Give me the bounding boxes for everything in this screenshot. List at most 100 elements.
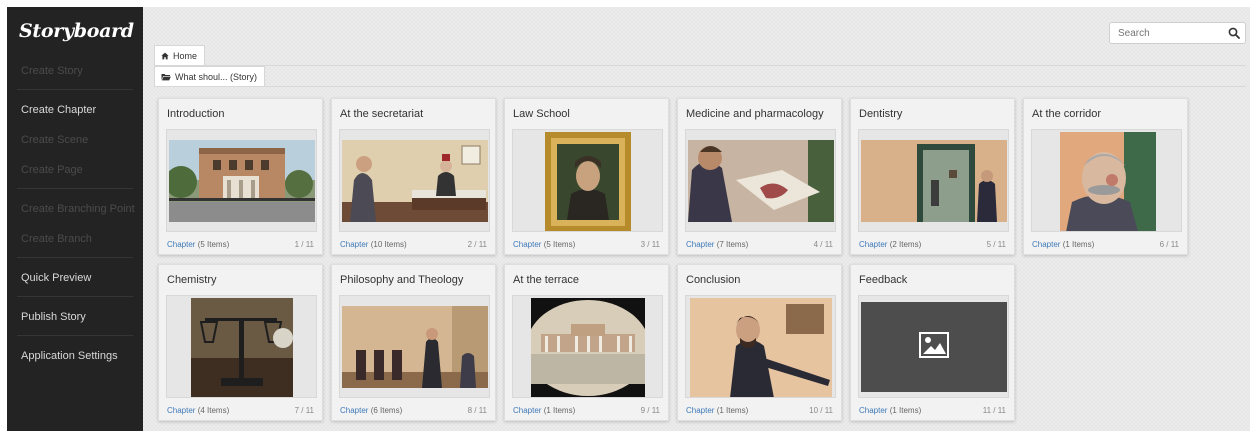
sidebar-divider: [17, 188, 133, 189]
chapter-link[interactable]: Chapter: [513, 406, 541, 415]
card-thumbnail-frame[interactable]: [512, 295, 663, 398]
breadcrumb-divider: [154, 65, 1246, 66]
chapter-card[interactable]: Dentistry Chapter (2 Items) 5 / 11: [850, 98, 1015, 255]
building-image: [169, 140, 315, 222]
breadcrumb-home[interactable]: Home: [154, 45, 206, 65]
sidebar-item-create-story[interactable]: Create Story: [7, 55, 143, 85]
app-logo[interactable]: Storyboard: [7, 7, 143, 55]
chapter-card[interactable]: Law School Chapter (5 Items) 3 / 11: [504, 98, 669, 255]
chapter-link[interactable]: Chapter: [167, 406, 195, 415]
chapter-item-count: (6 Items): [370, 406, 403, 415]
sidebar: Storyboard Create Story Create Chapter C…: [7, 7, 143, 431]
breadcrumb-story[interactable]: What shoul... (Story): [154, 66, 266, 86]
card-title[interactable]: Law School: [513, 108, 570, 120]
chapter-item-count: (1 Items): [543, 406, 576, 415]
card-thumbnail-frame[interactable]: [1031, 129, 1182, 232]
chapter-item-count: (1 Items): [889, 406, 922, 415]
chapter-card[interactable]: Introduction Chapter (5 Items) 1 / 11: [158, 98, 323, 255]
chapter-link[interactable]: Chapter: [167, 240, 195, 249]
sidebar-item-create-chapter[interactable]: Create Chapter: [7, 94, 143, 124]
chapter-link[interactable]: Chapter: [686, 240, 714, 249]
sidebar-item-application-settings[interactable]: Application Settings: [7, 340, 143, 370]
portrait-image: [545, 132, 631, 231]
sidebar-divider: [17, 296, 133, 297]
sidebar-item-create-branch[interactable]: Create Branch: [7, 223, 143, 253]
card-footer: Chapter (10 Items) 2 / 11: [340, 240, 487, 249]
card-footer: Chapter (5 Items) 1 / 11: [167, 240, 314, 249]
breadcrumb-divider: [154, 86, 1246, 87]
card-thumbnail-frame[interactable]: [685, 295, 836, 398]
sidebar-divider: [17, 89, 133, 90]
image-placeholder-icon: [919, 332, 949, 358]
card-thumbnail-frame[interactable]: [512, 129, 663, 232]
chapter-card[interactable]: Chemistry Chapter (4 Items) 7 / 11: [158, 264, 323, 421]
chapter-card[interactable]: Philosophy and Theology Chapter (6 Items…: [331, 264, 496, 421]
search-icon[interactable]: [1228, 27, 1240, 39]
card-index: 7 / 11: [294, 406, 314, 415]
search-input[interactable]: [1110, 27, 1220, 39]
chapter-link[interactable]: Chapter: [340, 406, 368, 415]
card-index: 5 / 11: [986, 240, 1006, 249]
card-thumbnail-frame[interactable]: [685, 129, 836, 232]
card-thumbnail-frame[interactable]: [339, 129, 490, 232]
sidebar-item-publish-story[interactable]: Publish Story: [7, 301, 143, 331]
card-index: 11 / 11: [982, 406, 1006, 415]
card-footer: Chapter (2 Items) 5 / 11: [859, 240, 1006, 249]
chapter-link[interactable]: Chapter: [686, 406, 714, 415]
chapter-link[interactable]: Chapter: [340, 240, 368, 249]
speaker-image: [690, 298, 832, 397]
chapter-item-count: (2 Items): [889, 240, 922, 249]
chapter-item-count: (10 Items): [370, 240, 407, 249]
card-thumbnail-frame[interactable]: [339, 295, 490, 398]
chapter-card[interactable]: At the corridor Chapter (1 Items) 6 / 11: [1023, 98, 1188, 255]
card-thumbnail-frame[interactable]: [166, 295, 317, 398]
card-index: 2 / 11: [467, 240, 487, 249]
breadcrumb-story-label: What shoul... (Story): [175, 71, 258, 82]
card-footer: Chapter (1 Items) 9 / 11: [513, 406, 660, 415]
card-title[interactable]: Chemistry: [167, 274, 217, 286]
chapter-item-count: (1 Items): [716, 406, 749, 415]
card-index: 6 / 11: [1159, 240, 1179, 249]
card-title[interactable]: Philosophy and Theology: [340, 274, 463, 286]
main-content: Home What shoul... (Story) Introduction: [143, 7, 1250, 431]
sidebar-item-create-page[interactable]: Create Page: [7, 154, 143, 184]
chapter-card[interactable]: Conclusion Chapter (1 Items) 10 / 11: [677, 264, 842, 421]
card-title[interactable]: At the corridor: [1032, 108, 1101, 120]
chapter-link[interactable]: Chapter: [513, 240, 541, 249]
scale-image: [191, 298, 293, 397]
card-title[interactable]: Dentistry: [859, 108, 902, 120]
card-title[interactable]: At the terrace: [513, 274, 579, 286]
card-thumbnail-frame[interactable]: [858, 295, 1009, 398]
breadcrumb-home-label: Home: [173, 50, 198, 61]
anatomy-book-image: [688, 140, 834, 222]
card-index: 1 / 11: [294, 240, 314, 249]
caricature-image: [1060, 132, 1156, 231]
card-title[interactable]: Conclusion: [686, 274, 740, 286]
chapter-link[interactable]: Chapter: [859, 406, 887, 415]
card-title[interactable]: Feedback: [859, 274, 907, 286]
search-box[interactable]: [1109, 22, 1246, 44]
sidebar-item-quick-preview[interactable]: Quick Preview: [7, 262, 143, 292]
card-title[interactable]: Medicine and pharmacology: [686, 108, 824, 120]
office-scene-image: [342, 140, 488, 222]
chapter-card[interactable]: At the secretariat Chapter (10 Items) 2 …: [331, 98, 496, 255]
chapter-card[interactable]: Medicine and pharmacology Chapter (7 Ite…: [677, 98, 842, 255]
sidebar-item-create-scene[interactable]: Create Scene: [7, 124, 143, 154]
card-thumbnail-frame[interactable]: [166, 129, 317, 232]
chapter-card[interactable]: Feedback Chapter (1 Items) 11 / 11: [850, 264, 1015, 421]
card-title[interactable]: At the secretariat: [340, 108, 423, 120]
lecture-hall-image: [342, 306, 488, 388]
chapter-item-count: (7 Items): [716, 240, 749, 249]
sidebar-item-create-branching-point[interactable]: Create Branching Point: [7, 193, 143, 223]
card-footer: Chapter (1 Items) 11 / 11: [859, 406, 1006, 415]
chapter-link[interactable]: Chapter: [1032, 240, 1060, 249]
chapter-card[interactable]: At the terrace Chapter (1 Items) 9 / 11: [504, 264, 669, 421]
doorway-image: [861, 140, 1007, 222]
sidebar-divider: [17, 335, 133, 336]
terrace-view-image: [531, 298, 645, 397]
sidebar-divider: [17, 257, 133, 258]
chapter-link[interactable]: Chapter: [859, 240, 887, 249]
card-title[interactable]: Introduction: [167, 108, 224, 120]
card-index: 10 / 11: [809, 406, 833, 415]
card-thumbnail-frame[interactable]: [858, 129, 1009, 232]
